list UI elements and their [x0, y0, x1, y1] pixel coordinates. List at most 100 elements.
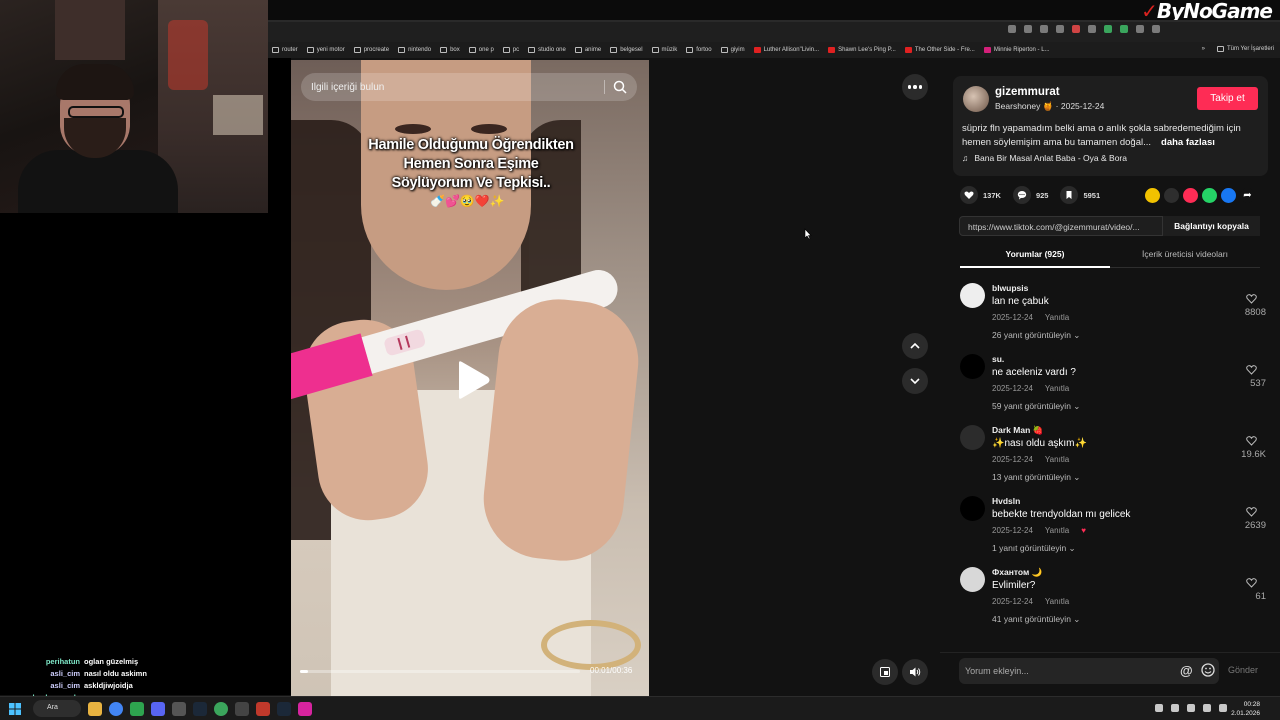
extension-icon[interactable]	[1104, 25, 1112, 33]
bookmark-item[interactable]: one p	[468, 47, 494, 53]
pip-button[interactable]	[872, 659, 898, 685]
bookmark-item[interactable]: pc	[502, 47, 519, 53]
bookmarks-overflow-button[interactable]: »	[1202, 46, 1205, 52]
bookmark-item[interactable]: giyim	[720, 47, 745, 53]
send-comment-button[interactable]: Gönder	[1228, 665, 1258, 675]
windows-start-icon[interactable]	[9, 703, 21, 715]
app-icon[interactable]	[214, 702, 228, 716]
reply-button[interactable]: Yanıtla	[1045, 597, 1069, 606]
obs-icon[interactable]	[172, 702, 186, 716]
save-stat[interactable]: 5951	[1060, 186, 1100, 204]
like-button[interactable]	[960, 186, 978, 204]
tab-creator-videos[interactable]: İçerik üreticisi videoları	[1110, 249, 1260, 259]
video-progress-bar[interactable]	[300, 670, 580, 673]
reply-button[interactable]: Yanıtla	[1045, 455, 1069, 464]
commenter-name[interactable]: Фхантом 🌙	[992, 567, 1042, 578]
heart-outline-icon[interactable]	[1246, 293, 1257, 304]
commenter-avatar[interactable]	[960, 354, 985, 379]
bookmark-item[interactable]: studio one	[528, 47, 566, 53]
comment-button[interactable]	[1012, 186, 1031, 204]
star-icon[interactable]	[1056, 25, 1064, 33]
facebook-icon[interactable]	[1221, 188, 1236, 203]
embed-icon[interactable]	[1164, 188, 1179, 203]
bookmark-item[interactable]: Luther Allison"Livin...	[753, 47, 819, 53]
share-icon[interactable]	[1040, 25, 1048, 33]
app-icon[interactable]	[277, 702, 291, 716]
zoom-icon[interactable]	[1024, 25, 1032, 33]
extension-icon[interactable]	[1120, 25, 1128, 33]
share-arrow-icon[interactable]: ➦	[1240, 188, 1255, 203]
view-replies-button[interactable]: 13 yanıt görüntüleyin ⌄	[992, 472, 1080, 483]
heart-outline-icon[interactable]	[1246, 435, 1257, 446]
bookmark-item[interactable]: yeni motor	[306, 47, 345, 53]
heart-outline-icon[interactable]	[1246, 577, 1257, 588]
commenter-name[interactable]: Dark Man 🍓	[992, 425, 1043, 436]
bookmark-item[interactable]: fortoo	[686, 47, 712, 53]
volume-icon[interactable]	[1219, 704, 1227, 712]
whatsapp-icon[interactable]	[1202, 188, 1217, 203]
extension-icon[interactable]	[1088, 25, 1096, 33]
repost-icon[interactable]	[1145, 188, 1160, 203]
music-link[interactable]: ♫ Bana Bir Masal Anlat Baba - Oya & Bora	[962, 153, 1127, 163]
chrome-icon[interactable]	[109, 702, 123, 716]
author-avatar[interactable]	[963, 86, 989, 112]
commenter-avatar[interactable]	[960, 283, 985, 308]
extensions-puzzle-icon[interactable]	[1152, 25, 1160, 33]
bookmark-item[interactable]: Minnie Riperton - L...	[983, 47, 1050, 53]
reply-button[interactable]: Yanıtla	[1045, 526, 1069, 535]
play-icon[interactable]	[455, 360, 491, 400]
heart-outline-icon[interactable]	[1246, 364, 1257, 375]
search-icon[interactable]	[613, 80, 627, 94]
view-replies-button[interactable]: 59 yanıt görüntüleyin ⌄	[992, 401, 1080, 412]
mention-icon[interactable]: @	[1180, 664, 1194, 678]
save-button[interactable]	[1060, 186, 1079, 204]
commenter-avatar[interactable]	[960, 425, 985, 450]
all-bookmarks-button[interactable]: Tüm Yer İşaretleri	[1216, 46, 1274, 52]
app-icon[interactable]	[235, 702, 249, 716]
see-more-button[interactable]: daha fazlası	[1161, 137, 1215, 148]
bookmark-item[interactable]: müzik	[651, 47, 677, 53]
tray-chevron-icon[interactable]	[1155, 704, 1163, 712]
bookmark-item[interactable]: router	[272, 47, 298, 53]
video-link-text[interactable]: https://www.tiktok.com/@gizemmurat/video…	[968, 222, 1158, 232]
app-icon[interactable]	[256, 702, 270, 716]
reply-button[interactable]: Yanıtla	[1045, 313, 1069, 322]
send-to-friends-icon[interactable]	[1183, 188, 1198, 203]
related-search-input[interactable]	[311, 81, 591, 93]
heart-outline-icon[interactable]	[1246, 506, 1257, 517]
emoji-icon[interactable]	[1201, 663, 1215, 677]
bookmark-item[interactable]: nintendo	[398, 47, 431, 53]
toolbar-icons[interactable]	[1008, 25, 1160, 33]
steam-icon[interactable]	[193, 702, 207, 716]
xbox-icon[interactable]	[130, 702, 144, 716]
author-name[interactable]: gizemmurat	[995, 86, 1060, 98]
extension-icon[interactable]	[1136, 25, 1144, 33]
bookmark-item[interactable]: Shawn Lee's Ping P...	[828, 47, 896, 53]
view-replies-button[interactable]: 1 yanıt görüntüleyin ⌄	[992, 543, 1076, 554]
extension-icon[interactable]	[1072, 25, 1080, 33]
commenter-name[interactable]: su.	[992, 354, 1004, 364]
bookmark-item[interactable]: anime	[574, 47, 601, 53]
instagram-icon[interactable]	[298, 702, 312, 716]
microphone-icon[interactable]	[1187, 704, 1195, 712]
commenter-name[interactable]: Hvdsln	[992, 496, 1020, 506]
commenter-name[interactable]: blwupsis	[992, 283, 1028, 293]
previous-video-button[interactable]	[902, 333, 928, 359]
like-stat[interactable]: 137K	[960, 186, 1001, 204]
bookmark-item[interactable]: procreate	[353, 47, 389, 53]
cloud-icon[interactable]	[1171, 704, 1179, 712]
next-video-button[interactable]	[902, 368, 928, 394]
view-replies-button[interactable]: 26 yanıt görüntüleyin ⌄	[992, 330, 1080, 341]
commenter-avatar[interactable]	[960, 496, 985, 521]
taskbar-search[interactable]: Ara	[33, 700, 81, 717]
discord-icon[interactable]	[151, 702, 165, 716]
more-options-button[interactable]	[902, 74, 928, 100]
tab-comments[interactable]: Yorumlar (925)	[960, 249, 1110, 259]
view-replies-button[interactable]: 41 yanıt görüntüleyin ⌄	[992, 614, 1080, 625]
follow-button[interactable]: Takip et	[1197, 87, 1258, 110]
bookmark-item[interactable]: box	[440, 47, 460, 53]
comment-stat[interactable]: 925	[1012, 186, 1048, 204]
reply-button[interactable]: Yanıtla	[1045, 384, 1069, 393]
copy-link-button[interactable]: Bağlantıyı kopyala	[1162, 216, 1260, 236]
related-search[interactable]	[301, 73, 637, 101]
